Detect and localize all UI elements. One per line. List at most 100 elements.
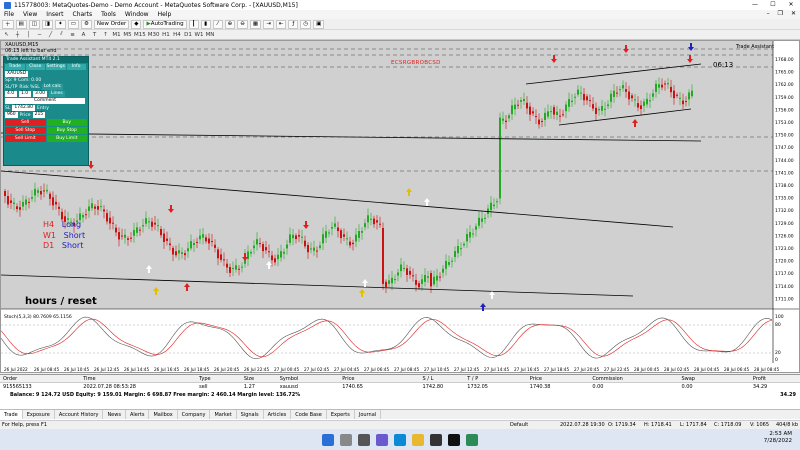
buy-button[interactable]: Buy: [46, 119, 87, 126]
zoom-in-icon[interactable]: ⊕: [224, 19, 236, 29]
periods-icon[interactable]: ◷: [300, 19, 312, 29]
price-chart[interactable]: 1768.00 1765.00 1762.00 1759.00 1756.00 1753.…: [1, 41, 799, 372]
store-icon[interactable]: [430, 433, 442, 446]
menu-view[interactable]: View: [23, 11, 37, 18]
panel-comment[interactable]: Comment: [5, 98, 85, 104]
menu-window[interactable]: Window: [125, 11, 149, 18]
tester-icon[interactable]: ⚙: [80, 19, 92, 29]
horizontal-line-icon[interactable]: ─: [35, 31, 44, 39]
fibo-icon[interactable]: ≡: [68, 31, 77, 39]
panel-tp-price[interactable]: 215: [32, 112, 46, 118]
panel-sl-value[interactable]: 4.0: [5, 91, 17, 97]
m1-period[interactable]: M1: [112, 31, 121, 39]
d1-period[interactable]: D1: [184, 31, 193, 39]
panel-tab-settings[interactable]: Settings: [46, 64, 66, 70]
menu-file[interactable]: File: [4, 11, 14, 18]
chart-window[interactable]: 1768.00 1765.00 1762.00 1759.00 1756.00 1753.…: [0, 40, 800, 373]
crosshair-icon[interactable]: ┼: [13, 31, 22, 39]
h4-period[interactable]: H4: [173, 31, 182, 39]
column-header[interactable]: Symbol: [277, 375, 340, 382]
panel-lot-calc-button[interactable]: Lot calc: [41, 84, 64, 90]
mn-period[interactable]: MN: [206, 31, 215, 39]
terminal-tab-company[interactable]: Company: [178, 410, 211, 419]
m30-period[interactable]: M30: [148, 31, 160, 39]
column-header[interactable]: Profit: [750, 375, 800, 382]
edge-icon[interactable]: [394, 433, 406, 446]
trendline-icon[interactable]: ╱: [46, 31, 55, 39]
panel-lines-button[interactable]: Lines: [49, 91, 65, 97]
h1-period[interactable]: H1: [162, 31, 171, 39]
column-header[interactable]: S / L: [420, 375, 465, 382]
terminal-tab-journal[interactable]: Journal: [355, 410, 382, 419]
chart-shift-icon[interactable]: ⇤: [275, 19, 287, 29]
column-header[interactable]: Size: [241, 375, 277, 382]
profiles-icon[interactable]: ▤: [15, 19, 27, 29]
autotrading-button[interactable]: ▶ AutoTrading: [143, 19, 187, 29]
task-view-icon[interactable]: [358, 433, 370, 446]
mdi-close-icon[interactable]: ✕: [791, 10, 796, 17]
column-header[interactable]: Type: [196, 375, 241, 382]
data-window-icon[interactable]: ◨: [41, 19, 54, 29]
w1-period[interactable]: W1: [195, 31, 204, 39]
terminal-tab-market[interactable]: Market: [210, 410, 237, 419]
panel-tab-info[interactable]: Info: [66, 64, 86, 70]
menu-help[interactable]: Help: [158, 11, 172, 18]
maximize-icon[interactable]: ☐: [764, 0, 782, 10]
panel-lot-value[interactable]: 3.00: [33, 91, 48, 97]
navigator-icon[interactable]: ✦: [55, 19, 66, 29]
indicators-icon[interactable]: ƒ: [288, 19, 299, 29]
terminal-tab-trade[interactable]: Trade: [0, 410, 23, 419]
terminal-tab-account-history[interactable]: Account History: [55, 410, 104, 419]
bar-chart-icon[interactable]: ┃: [188, 19, 199, 29]
search-icon[interactable]: [340, 433, 352, 446]
cursor-icon[interactable]: ↖: [2, 31, 11, 39]
menu-charts[interactable]: Charts: [73, 11, 93, 18]
label-icon[interactable]: T: [90, 31, 99, 39]
metatrader-icon[interactable]: [466, 433, 478, 446]
m15-period[interactable]: M15: [134, 31, 146, 39]
column-header[interactable]: Swap: [678, 375, 749, 382]
zoom-out-icon[interactable]: ⊖: [237, 19, 248, 29]
market-watch-icon[interactable]: ◫: [28, 19, 40, 29]
menu-tools[interactable]: Tools: [101, 11, 116, 18]
text-icon[interactable]: A: [79, 31, 88, 39]
column-header[interactable]: Order: [0, 375, 80, 382]
terminal-tab-articles[interactable]: Articles: [264, 410, 292, 419]
column-header[interactable]: T / P: [464, 375, 527, 382]
arrows-icon[interactable]: ↑: [101, 31, 110, 39]
mdi-minimize-icon[interactable]: –: [767, 10, 770, 17]
terminal-tab-mailbox[interactable]: Mailbox: [149, 410, 178, 419]
column-header[interactable]: Commission: [589, 375, 678, 382]
explorer-icon[interactable]: [412, 433, 424, 446]
terminal-tab-news[interactable]: News: [103, 410, 126, 419]
terminal-tab-alerts[interactable]: Alerts: [126, 410, 150, 419]
terminal-tab-exposure[interactable]: Exposure: [23, 410, 55, 419]
m5-period[interactable]: M5: [123, 31, 132, 39]
templates-icon[interactable]: ▣: [313, 19, 325, 29]
mdi-restore-icon[interactable]: ❐: [778, 10, 783, 17]
minimize-icon[interactable]: —: [746, 0, 764, 10]
column-header[interactable]: Price: [339, 375, 419, 382]
terminal-tab-code-base[interactable]: Code Base: [291, 410, 327, 419]
candle-chart-icon[interactable]: ▮: [200, 19, 211, 29]
terminal-icon[interactable]: ▭: [67, 19, 79, 29]
column-header[interactable]: Time: [80, 375, 196, 382]
column-header[interactable]: Price: [527, 375, 590, 382]
vertical-line-icon[interactable]: │: [24, 31, 33, 39]
terminal-tab-signals[interactable]: Signals: [237, 410, 264, 419]
panel-tab-trade[interactable]: Trade: [5, 64, 25, 70]
tile-windows-icon[interactable]: ▦: [249, 19, 262, 29]
meta-editor-icon[interactable]: ◆: [131, 19, 142, 29]
panel-symbol[interactable]: XAUUSD: [5, 71, 29, 77]
buy-limit-button[interactable]: Buy Limit: [46, 135, 87, 142]
tradingview-icon[interactable]: [448, 433, 460, 446]
channel-icon[interactable]: ⫽: [57, 31, 66, 39]
table-row[interactable]: 915565133 2022.07.28 08:53:28 sell 1.27 xauu…: [0, 383, 800, 391]
panel-tp-value[interactable]: 1.0: [19, 91, 31, 97]
panel-tab-close[interactable]: Close: [25, 64, 45, 70]
sell-stop-button[interactable]: Sell Stop: [5, 127, 46, 134]
sell-button[interactable]: Sell: [5, 119, 46, 126]
start-icon[interactable]: [322, 433, 334, 446]
buy-stop-button[interactable]: Buy Stop: [46, 127, 87, 134]
new-order-button[interactable]: New Order: [93, 19, 130, 29]
